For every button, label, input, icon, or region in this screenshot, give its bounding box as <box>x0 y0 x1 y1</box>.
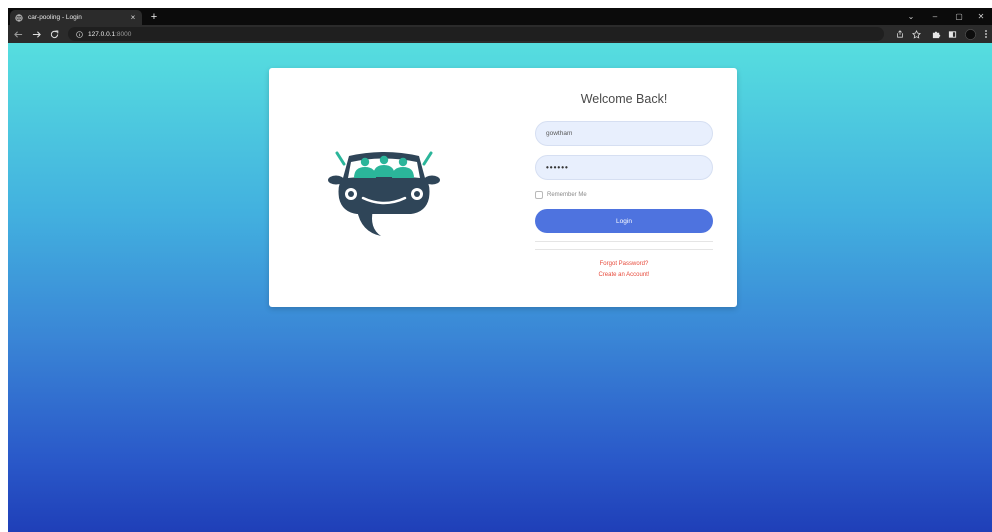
tab-close-icon[interactable]: × <box>128 13 138 23</box>
divider <box>535 249 713 250</box>
forgot-password-link[interactable]: Forgot Password? <box>535 261 713 267</box>
avatar-icon[interactable] <box>964 28 976 40</box>
username-input[interactable]: gowtham <box>535 121 713 146</box>
address-bar[interactable]: 127.0.0.1:8000 <box>68 27 884 41</box>
reload-button[interactable] <box>48 28 60 40</box>
reload-icon <box>50 30 58 38</box>
browser-window: car-pooling - Login × + ⌄ – ▢ ✕ 127.0.0.… <box>8 8 992 532</box>
kebab-menu-icon[interactable] <box>980 28 992 40</box>
page-viewport: Welcome Back! gowtham •••••• Remember Me… <box>8 43 992 532</box>
carpool-logo <box>327 150 441 240</box>
arrow-left-icon <box>13 30 22 38</box>
new-tab-button[interactable]: + <box>148 10 160 23</box>
login-card: Welcome Back! gowtham •••••• Remember Me… <box>269 68 737 307</box>
globe-icon <box>15 13 23 22</box>
password-input[interactable]: •••••• <box>535 155 713 180</box>
tab-list-icon[interactable]: ⌄ <box>904 10 918 23</box>
page-title: Welcome Back! <box>580 92 668 106</box>
info-icon[interactable] <box>74 30 84 38</box>
arrow-right-icon <box>32 30 41 38</box>
minimize-button[interactable]: – <box>928 10 942 23</box>
url-host: 127.0.0.1 <box>88 30 116 38</box>
checkbox-icon[interactable] <box>535 191 543 199</box>
star-icon[interactable] <box>910 28 922 40</box>
divider <box>535 241 713 242</box>
puzzle-icon[interactable] <box>930 28 942 40</box>
create-account-link[interactable]: Create an Account! <box>535 272 713 278</box>
browser-tab[interactable]: car-pooling - Login × <box>10 10 142 25</box>
tab-title: car-pooling - Login <box>28 14 82 21</box>
side-panel-icon[interactable] <box>946 28 958 40</box>
login-button[interactable]: Login <box>535 209 713 233</box>
remember-me-label: Remember Me <box>547 192 587 198</box>
tab-strip: car-pooling - Login × + ⌄ – ▢ ✕ <box>8 8 992 25</box>
browser-toolbar: 127.0.0.1:8000 <box>8 25 992 43</box>
close-window-button[interactable]: ✕ <box>974 10 988 23</box>
remember-me-checkbox[interactable]: Remember Me <box>535 190 587 200</box>
url-port: :8000 <box>115 30 132 38</box>
share-icon[interactable] <box>894 28 906 40</box>
back-button[interactable] <box>12 28 24 40</box>
restore-button[interactable]: ▢ <box>952 10 966 23</box>
forward-button[interactable] <box>30 28 42 40</box>
